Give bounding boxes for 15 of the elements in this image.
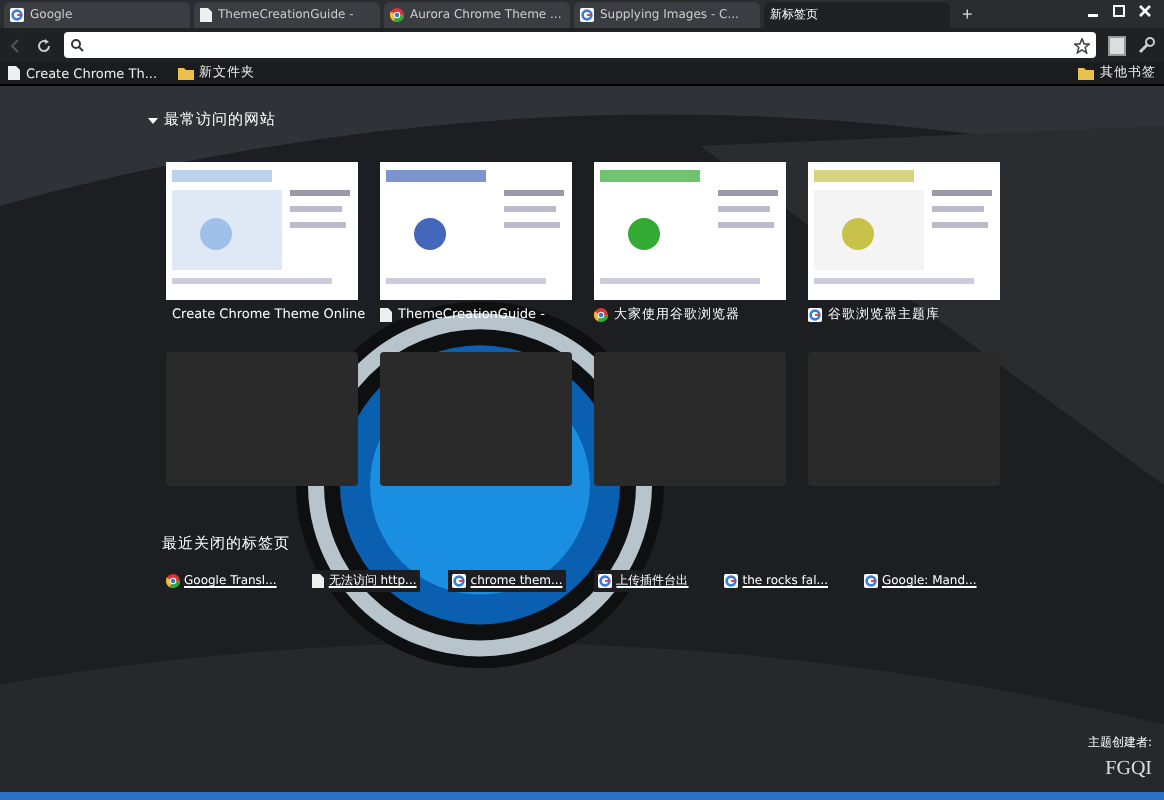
reload-icon[interactable] [36,37,52,53]
wrench-icon[interactable] [1138,36,1156,54]
folder-icon [177,66,194,80]
chrome-icon [390,8,404,22]
folder-icon [1078,66,1094,80]
search-icon [70,38,84,52]
close-icon[interactable] [1138,4,1152,18]
new-tab-button[interactable]: + [954,2,981,28]
google-icon [10,8,24,22]
page-icon [8,66,20,80]
google-icon [580,8,594,22]
page-menu-icon[interactable] [1108,35,1126,55]
page-icon [200,8,212,22]
maximize-icon[interactable] [1112,4,1126,18]
star-icon[interactable] [1074,37,1090,53]
